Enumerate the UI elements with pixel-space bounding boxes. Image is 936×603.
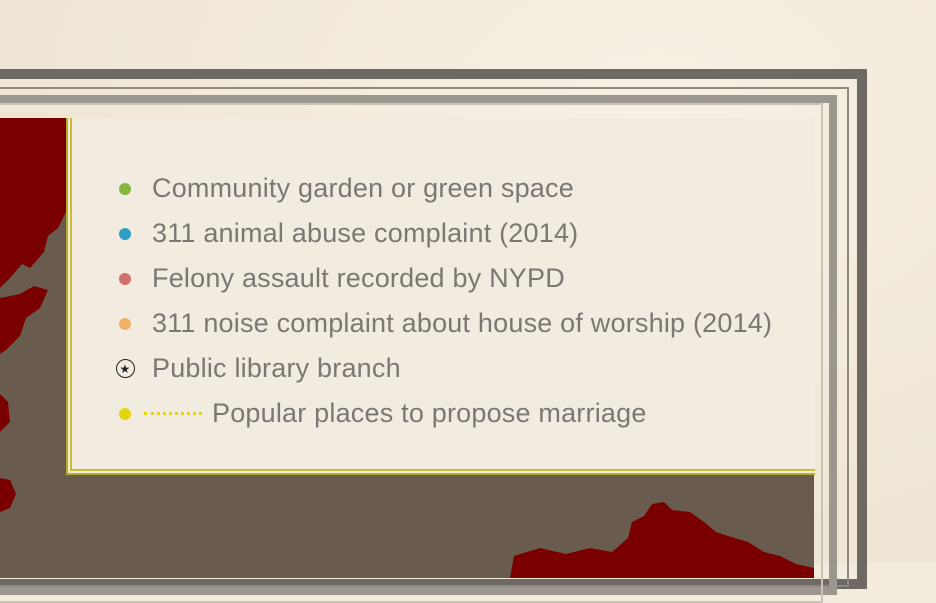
legend-item-public-library: ★ Public library branch xyxy=(114,346,772,391)
landmass-west-bump-2 xyxy=(0,478,16,512)
legend-item-noise-complaint: 311 noise complaint about house of worsh… xyxy=(114,301,772,346)
legend-item-animal-abuse: 311 animal abuse complaint (2014) xyxy=(114,211,772,256)
red-dot-icon xyxy=(119,272,131,285)
legend-label: Community garden or green space xyxy=(152,173,574,203)
legend-label: Popular places to propose marriage xyxy=(212,398,647,428)
blue-dot-icon xyxy=(119,227,131,240)
legend-item-community-garden: Community garden or green space xyxy=(114,166,772,211)
dotted-route-icon xyxy=(144,412,202,415)
landmass-west-bump xyxy=(0,394,10,432)
legend-item-felony-assault: Felony assault recorded by NYPD xyxy=(114,256,772,301)
landmass-southeast xyxy=(510,502,814,578)
legend-label: 311 noise complaint about house of worsh… xyxy=(152,308,773,338)
legend-item-propose-marriage: Popular places to propose marriage xyxy=(114,391,772,436)
landmass-west-piece xyxy=(0,286,48,354)
landmass-west xyxy=(0,118,68,288)
legend-label: Public library branch xyxy=(152,353,401,383)
star-circle-icon: ★ xyxy=(115,359,135,378)
legend-list: Community garden or green space 311 anim… xyxy=(114,166,772,436)
legend-label: Felony assault recorded by NYPD xyxy=(152,263,565,293)
yellow-dot-icon xyxy=(119,407,131,420)
green-dot-icon xyxy=(119,182,131,195)
legend-label: 311 animal abuse complaint (2014) xyxy=(152,218,579,248)
orange-dot-icon xyxy=(119,317,131,330)
